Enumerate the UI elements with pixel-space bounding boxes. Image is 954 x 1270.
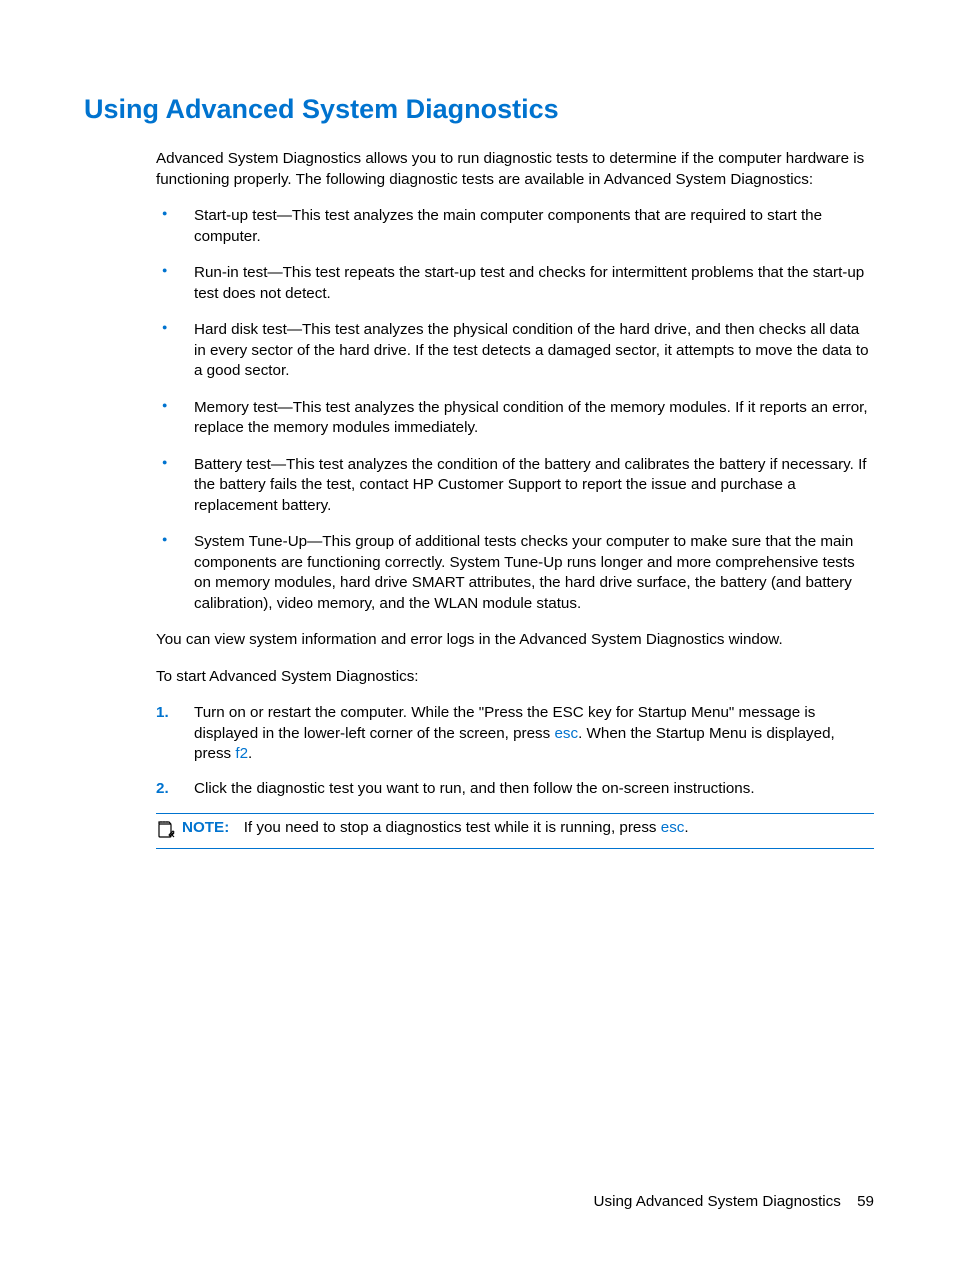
page-footer: Using Advanced System Diagnostics 59 [594, 1193, 874, 1210]
document-page: Using Advanced System Diagnostics Advanc… [0, 0, 954, 909]
list-item: Click the diagnostic test you want to ru… [156, 779, 874, 800]
footer-page-number: 59 [857, 1193, 874, 1210]
list-item: Battery test—This test analyzes the cond… [156, 455, 874, 517]
note-icon [156, 819, 176, 844]
info-paragraph: You can view system information and erro… [156, 630, 874, 651]
list-item: Memory test—This test analyzes the physi… [156, 398, 874, 439]
note-block: NOTE: If you need to stop a diagnostics … [156, 813, 874, 849]
footer-title: Using Advanced System Diagnostics [594, 1193, 841, 1210]
key-esc: esc [661, 819, 685, 836]
list-item: System Tune-Up—This group of additional … [156, 532, 874, 614]
note-text-post: . [684, 819, 688, 836]
key-esc: esc [554, 725, 578, 742]
note-body: NOTE: If you need to stop a diagnostics … [182, 818, 689, 839]
list-item: Turn on or restart the computer. While t… [156, 703, 874, 765]
test-list: Start-up test—This test analyzes the mai… [156, 206, 874, 614]
list-item: Start-up test—This test analyzes the mai… [156, 206, 874, 247]
note-text-pre: If you need to stop a diagnostics test w… [244, 819, 661, 836]
page-heading: Using Advanced System Diagnostics [84, 94, 874, 125]
step-list: Turn on or restart the computer. While t… [156, 703, 874, 799]
key-f2: f2 [235, 745, 248, 762]
note-text: If you need to stop a diagnostics test w… [244, 819, 689, 836]
note-label: NOTE: [182, 819, 229, 836]
step-text: . [248, 745, 252, 762]
list-item: Run-in test—This test repeats the start-… [156, 263, 874, 304]
intro-paragraph: Advanced System Diagnostics allows you t… [156, 149, 874, 190]
list-item: Hard disk test—This test analyzes the ph… [156, 320, 874, 382]
start-paragraph: To start Advanced System Diagnostics: [156, 667, 874, 688]
